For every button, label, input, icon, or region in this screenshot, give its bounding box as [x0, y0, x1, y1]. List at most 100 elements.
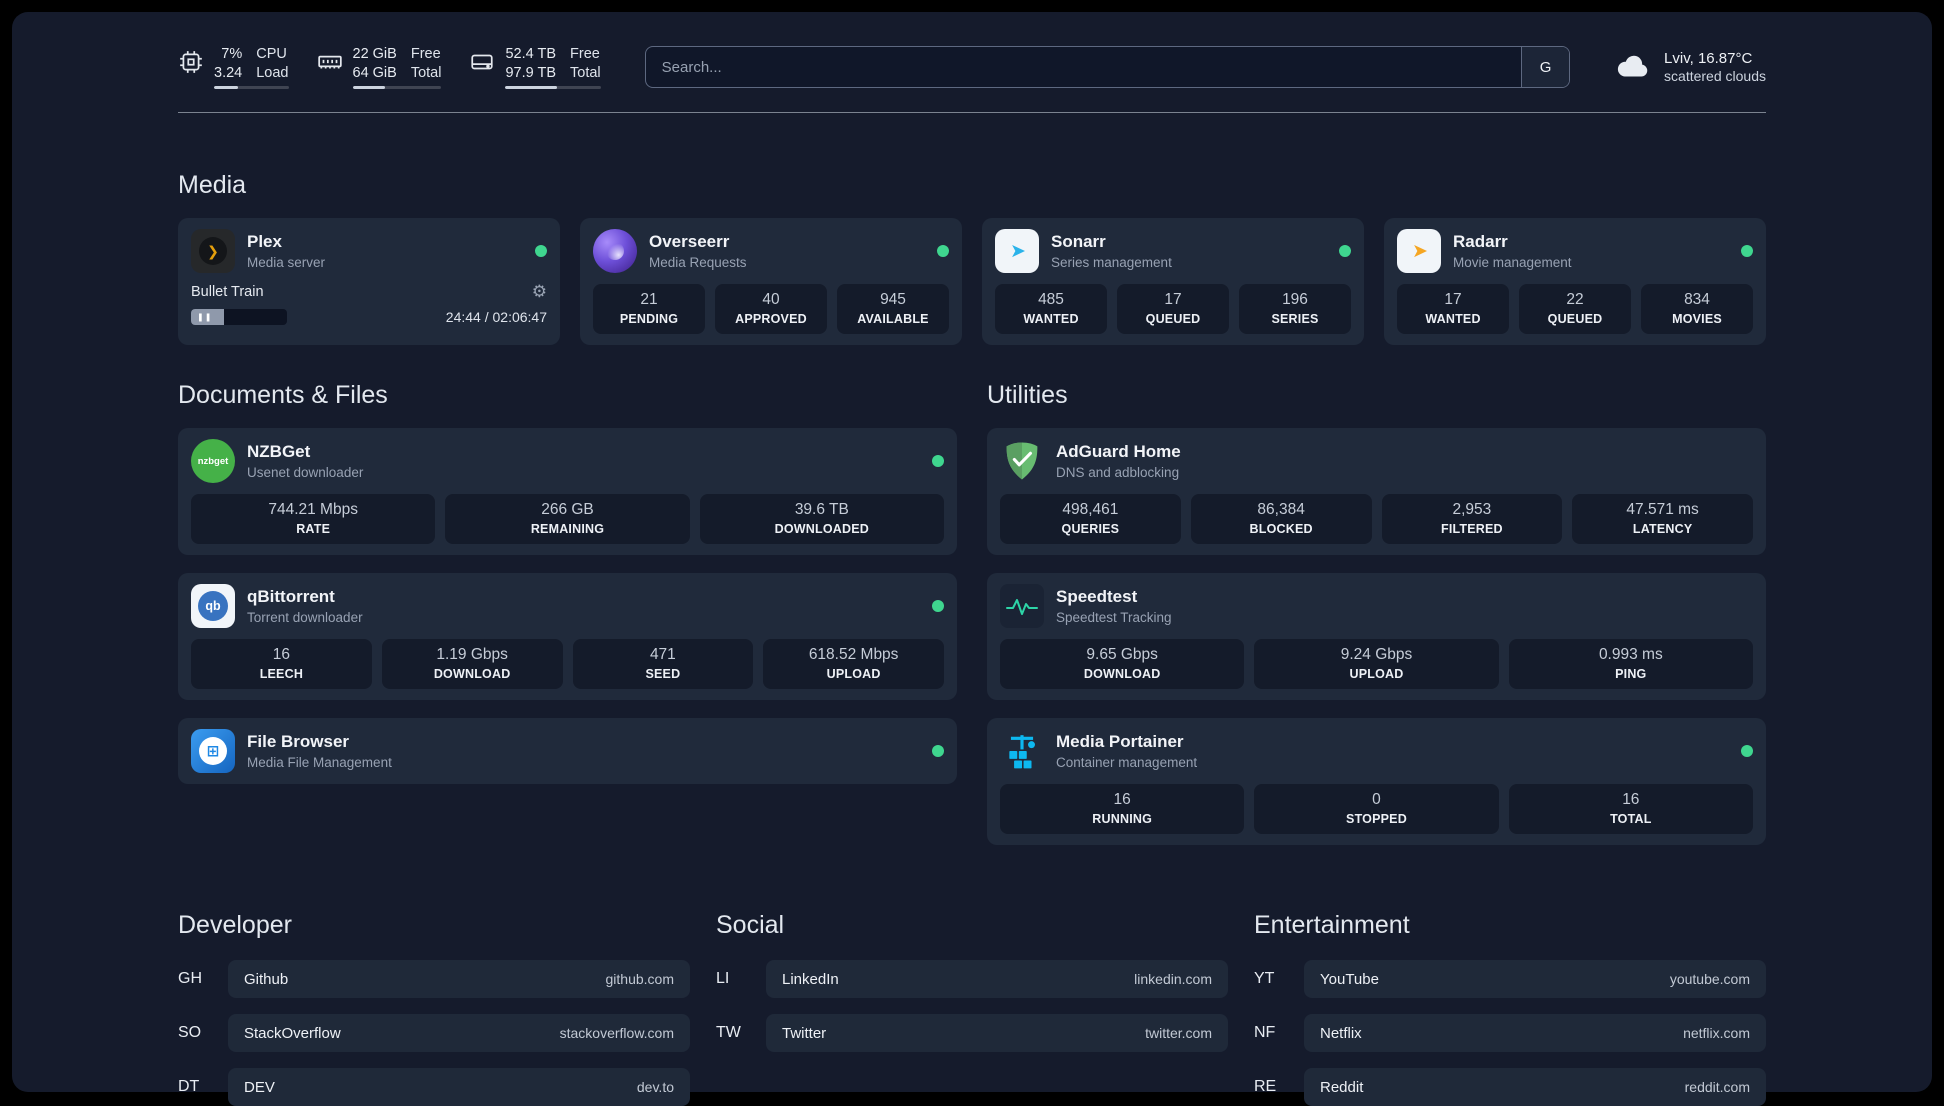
bookmark-url: linkedin.com: [1134, 971, 1212, 987]
stat-label: DOWNLOAD: [433, 667, 511, 681]
bookmark-name: Reddit: [1320, 1078, 1364, 1096]
bookmark-abbr: DT: [178, 1078, 200, 1095]
stat-block: 17 WANTED: [1397, 284, 1509, 334]
stat-value: 9.65 Gbps: [1086, 646, 1158, 663]
stat-label: DOWNLOAD: [1083, 667, 1161, 681]
stat-label: RUNNING: [1092, 812, 1153, 826]
stat-label: APPROVED: [735, 312, 807, 326]
service-card-portainer[interactable]: Media Portainer Container management 16 …: [987, 718, 1766, 845]
stat-label: BLOCKED: [1249, 522, 1313, 536]
service-card-radarr[interactable]: ➤ Radarr Movie management 17 WANTED 22 Q…: [1384, 218, 1766, 345]
bookmark-link-reddit[interactable]: Reddit reddit.com: [1304, 1068, 1766, 1106]
stat-value: 86,384: [1257, 501, 1305, 518]
stat-block: 9.65 Gbps DOWNLOAD: [1000, 639, 1245, 689]
stat-block: 2,953 FILTERED: [1381, 494, 1563, 544]
memory-total-value: 64 GiB: [352, 64, 397, 81]
stat-block: 39.6 TB DOWNLOADED: [699, 494, 944, 544]
section-title-developer: Developer: [178, 911, 292, 939]
service-name: qBittorrent: [247, 587, 335, 607]
disk-icon: [471, 54, 494, 70]
service-card-adguard[interactable]: AdGuard Home DNS and adblocking 498,461 …: [987, 428, 1766, 555]
service-card-qbittorrent[interactable]: qb qBittorrent Torrent downloader 16 LEE…: [178, 573, 957, 700]
bookmark-url: stackoverflow.com: [559, 1025, 674, 1041]
resource-widgets: 7% 3.24 CPU Load 22 GiB 64 GiB Free Tota…: [178, 45, 601, 90]
status-dot: [932, 600, 944, 612]
service-card-speedtest[interactable]: Speedtest Speedtest Tracking 9.65 Gbps D…: [987, 573, 1766, 700]
radarr-icon: ➤: [1397, 229, 1441, 273]
weather-widget[interactable]: Lviv, 16.87°C scattered clouds: [1614, 50, 1766, 84]
search-provider-button[interactable]: G: [1521, 47, 1570, 87]
stat-label: AVAILABLE: [857, 312, 929, 326]
cpu-usage-value: 7%: [221, 45, 243, 62]
stat-block: 0 STOPPED: [1254, 784, 1499, 834]
stat-label: QUEUED: [1547, 312, 1603, 326]
stat-label: TOTAL: [1610, 812, 1652, 826]
bookmark-abbr: GH: [178, 970, 202, 987]
service-card-sonarr[interactable]: ➤ Sonarr Series management 485 WANTED 17…: [982, 218, 1364, 345]
stat-value: 498,461: [1062, 501, 1119, 518]
playback-progress-bar[interactable]: ❚❚: [191, 309, 287, 325]
stat-value: 16: [1113, 791, 1131, 808]
stat-value: 2,953: [1452, 501, 1492, 518]
status-dot: [535, 245, 547, 257]
bookmark-link-stackoverflow[interactable]: StackOverflow stackoverflow.com: [228, 1014, 690, 1052]
bookmark-link-twitter[interactable]: Twitter twitter.com: [766, 1014, 1228, 1052]
bookmark-row: SO StackOverflow stackoverflow.com: [178, 1014, 690, 1052]
status-dot: [1741, 745, 1753, 757]
stat-block: 0.993 ms PING: [1508, 639, 1753, 689]
service-subtitle: Speedtest Tracking: [1056, 609, 1172, 625]
pause-icon[interactable]: ❚❚: [197, 313, 212, 322]
disk-free-label: Free: [570, 45, 600, 62]
qbittorrent-icon: qb: [191, 584, 235, 628]
cloud-icon: [1617, 55, 1648, 77]
stat-value: 22: [1566, 291, 1584, 308]
stat-block: 16 RUNNING: [1000, 784, 1245, 834]
service-card-filebrowser[interactable]: ⊞ File Browser Media File Management: [178, 718, 957, 784]
cpu-icon: [180, 50, 202, 73]
memory-total-label: Total: [410, 64, 442, 81]
bookmark-link-netflix[interactable]: Netflix netflix.com: [1304, 1014, 1766, 1052]
stat-value: 40: [762, 291, 780, 308]
stat-block: 47.571 ms LATENCY: [1572, 494, 1753, 544]
bookmark-name: Twitter: [782, 1024, 827, 1042]
stat-block: 1.19 Gbps DOWNLOAD: [381, 639, 563, 689]
bookmark-name: Netflix: [1320, 1024, 1362, 1042]
memory-widget: 22 GiB 64 GiB Free Total: [317, 45, 442, 90]
service-card-plex[interactable]: ❯ Plex Media server Bullet Train ⚙ ❚❚ 24…: [178, 218, 560, 345]
stat-block: 21 PENDING: [593, 284, 705, 334]
stat-value: 17: [1164, 291, 1182, 308]
bookmark-link-youtube[interactable]: YouTube youtube.com: [1304, 960, 1766, 998]
bookmark-abbr: TW: [716, 1024, 741, 1041]
bookmark-link-github[interactable]: Github github.com: [228, 960, 690, 998]
stat-value: 0: [1372, 791, 1381, 808]
stat-block: 945 AVAILABLE: [837, 284, 949, 334]
service-name: File Browser: [247, 732, 350, 752]
stat-block: 86,384 BLOCKED: [1190, 494, 1372, 544]
portainer-icon: [1000, 729, 1044, 773]
stat-label: QUERIES: [1061, 522, 1120, 536]
gear-icon[interactable]: ⚙: [532, 283, 547, 300]
bookmark-abbr: YT: [1254, 970, 1275, 987]
dashboard-page: 7% 3.24 CPU Load 22 GiB 64 GiB Free Tota…: [12, 12, 1932, 1106]
stat-block: 9.24 Gbps UPLOAD: [1254, 639, 1499, 689]
service-card-nzbget[interactable]: nzbget NZBGet Usenet downloader 744.21 M…: [178, 428, 957, 555]
stat-value: 1.19 Gbps: [436, 646, 508, 663]
plex-icon: ❯: [191, 229, 235, 273]
service-subtitle: Media File Management: [247, 754, 392, 770]
speedtest-icon: [1000, 584, 1044, 628]
bookmark-link-linkedin[interactable]: LinkedIn linkedin.com: [766, 960, 1228, 998]
search-bar: G: [644, 46, 1571, 88]
bookmark-name: YouTube: [1320, 970, 1379, 988]
stat-block: 498,461 QUERIES: [1000, 494, 1181, 544]
search-input[interactable]: [645, 47, 1522, 87]
section-documents: Documents & Files nzbget NZBGet Usenet d…: [178, 381, 957, 784]
stat-label: RATE: [296, 522, 331, 536]
service-card-overseerr[interactable]: Overseerr Media Requests 21 PENDING 40 A…: [580, 218, 962, 345]
bookmark-link-dev[interactable]: DEV dev.to: [228, 1068, 690, 1106]
service-name: Speedtest: [1056, 587, 1138, 607]
filebrowser-icon: ⊞: [191, 729, 235, 773]
bookmark-row: LI LinkedIn linkedin.com: [716, 960, 1228, 998]
stat-value: 16: [1622, 791, 1640, 808]
service-name: NZBGet: [247, 442, 311, 462]
cpu-bar: [214, 86, 289, 90]
